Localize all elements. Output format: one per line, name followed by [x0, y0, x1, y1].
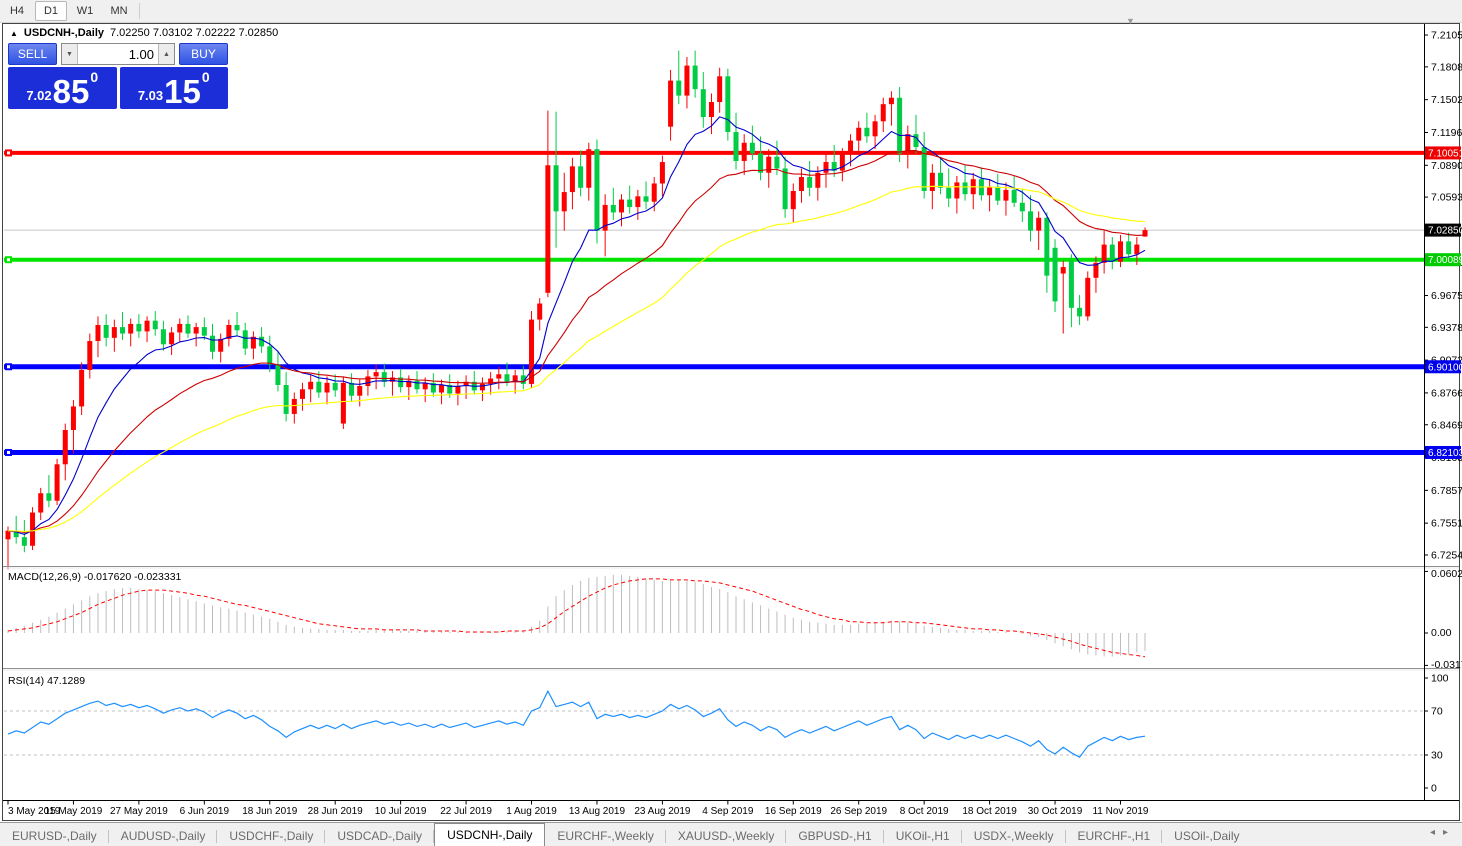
svg-text:4 Sep 2019: 4 Sep 2019 [702, 806, 754, 817]
chart-ohlc-values: 7.02250 7.03102 7.02222 7.02850 [110, 27, 278, 39]
svg-text:7.08900: 7.08900 [1431, 160, 1462, 172]
tab-usoil-daily[interactable]: USOil-,Daily [1162, 826, 1251, 846]
svg-text:15 May 2019: 15 May 2019 [45, 806, 103, 817]
svg-text:6.90100: 6.90100 [1428, 362, 1462, 373]
svg-text:16 Sep 2019: 16 Sep 2019 [765, 806, 822, 817]
symbol-tab-bar: EURUSD-,DailyAUDUSD-,DailyUSDCHF-,DailyU… [0, 822, 1462, 846]
candle [1085, 271, 1090, 320]
sell-price-box[interactable]: 7.02 85 0 [8, 67, 117, 109]
buy-price-big: 15 [164, 78, 201, 106]
svg-text:7.05930: 7.05930 [1431, 192, 1462, 204]
svg-text:7.10051: 7.10051 [1428, 148, 1462, 159]
svg-text:30 Oct 2019: 30 Oct 2019 [1028, 806, 1083, 817]
tab-scroll-left-icon[interactable]: ◂ [1430, 827, 1443, 838]
svg-text:100: 100 [1431, 673, 1449, 685]
candle [341, 376, 346, 429]
tab-scroll-right-icon[interactable]: ▸ [1443, 827, 1456, 838]
tab-ukoil-h1[interactable]: UKOil-,H1 [884, 826, 962, 846]
svg-text:6.75510: 6.75510 [1431, 518, 1462, 530]
tab-xauusd-weekly[interactable]: XAUUSD-,Weekly [666, 826, 786, 846]
tab-usdcnh-daily[interactable]: USDCNH-,Daily [434, 823, 545, 846]
candle [725, 69, 730, 141]
candle [55, 459, 60, 505]
svg-text:6.82103: 6.82103 [1428, 448, 1462, 459]
tab-scroll-arrows: ◂▸ [1430, 827, 1456, 838]
svg-text:6.78570: 6.78570 [1431, 485, 1462, 497]
buy-button[interactable]: BUY [179, 43, 228, 65]
sell-price-small: 7.02 [26, 88, 51, 103]
svg-text:6.93780: 6.93780 [1431, 322, 1462, 334]
svg-text:30: 30 [1431, 750, 1443, 762]
volume-input[interactable]: 1.00 [78, 44, 158, 64]
svg-text:6 Jun 2019: 6 Jun 2019 [180, 806, 230, 817]
svg-text:28 Jun 2019: 28 Jun 2019 [308, 806, 363, 817]
svg-text:7.11960: 7.11960 [1431, 127, 1462, 139]
tab-eurusd-daily[interactable]: EURUSD-,Daily [0, 826, 109, 846]
buy-price-sup: 0 [202, 69, 210, 85]
svg-text:10 Jul 2019: 10 Jul 2019 [375, 806, 427, 817]
tab-gbpusd-h1[interactable]: GBPUSD-,H1 [786, 826, 883, 846]
volume-up-icon[interactable]: ▲ [158, 44, 174, 64]
svg-text:23 Aug 2019: 23 Aug 2019 [634, 806, 691, 817]
volume-stepper: ▼ 1.00 ▲ [61, 43, 175, 65]
svg-text:0: 0 [1431, 783, 1437, 795]
svg-text:7.00089: 7.00089 [1428, 255, 1462, 266]
hline-6.82103[interactable] [4, 449, 1424, 456]
sell-price-sup: 0 [90, 69, 98, 85]
tab-usdchf-daily[interactable]: USDCHF-,Daily [217, 826, 325, 846]
svg-text:6.72540: 6.72540 [1431, 549, 1462, 561]
svg-text:6.87660: 6.87660 [1431, 387, 1462, 399]
buy-price-box[interactable]: 7.03 15 0 [120, 67, 229, 109]
svg-text:27 May 2019: 27 May 2019 [110, 806, 168, 817]
hline-6.901[interactable] [4, 363, 1424, 370]
svg-text:0.00: 0.00 [1431, 627, 1452, 639]
svg-text:7.15020: 7.15020 [1431, 94, 1462, 106]
chart-symbol-label: USDCNH-,Daily [24, 27, 104, 39]
svg-text:11 Nov 2019: 11 Nov 2019 [1092, 806, 1148, 817]
svg-text:0.060273: 0.060273 [1431, 568, 1462, 580]
svg-text:7.02850: 7.02850 [1428, 226, 1462, 237]
tab-usdx-weekly[interactable]: USDX-,Weekly [962, 826, 1066, 846]
svg-text:22 Jul 2019: 22 Jul 2019 [440, 806, 492, 817]
svg-text:26 Sep 2019: 26 Sep 2019 [830, 806, 887, 817]
sell-button[interactable]: SELL [8, 43, 57, 65]
svg-text:70: 70 [1431, 706, 1443, 718]
svg-text:1 Aug 2019: 1 Aug 2019 [506, 806, 557, 817]
svg-text:8 Oct 2019: 8 Oct 2019 [900, 806, 949, 817]
chart-window-frame [3, 24, 1460, 821]
svg-text:-0.031725: -0.031725 [1431, 659, 1462, 671]
mt4-window: H4D1W1MN 7.210507.180807.150207.119607.0… [0, 0, 1462, 846]
svg-text:7.18080: 7.18080 [1431, 61, 1462, 73]
svg-text:18 Oct 2019: 18 Oct 2019 [962, 806, 1017, 817]
candle [1053, 239, 1058, 312]
candle [897, 87, 902, 162]
svg-text:7.21050: 7.21050 [1431, 30, 1462, 42]
svg-text:13 Aug 2019: 13 Aug 2019 [569, 806, 626, 817]
tab-eurchf-weekly[interactable]: EURCHF-,Weekly [545, 826, 665, 846]
chart-canvas[interactable]: 7.21050 7.18080 7.15020 7.11960 7.08900 7.059… [0, 0, 1462, 822]
chart-title: ▲ USDCNH-,Daily 7.02250 7.03102 7.02222 … [10, 27, 278, 39]
tab-eurchf-h1[interactable]: EURCHF-,H1 [1066, 826, 1163, 846]
buy-price-small: 7.03 [138, 88, 163, 103]
svg-text:6.84690: 6.84690 [1431, 419, 1462, 431]
candle [594, 140, 599, 244]
rsi-label: RSI(14) 47.1289 [8, 675, 85, 687]
svg-text:18 Jun 2019: 18 Jun 2019 [242, 806, 297, 817]
sell-price-big: 85 [53, 78, 90, 106]
svg-text:6.96750: 6.96750 [1431, 290, 1462, 302]
one-click-trading-panel: SELL ▼ 1.00 ▲ BUY 7.02 85 0 7.03 15 0 [8, 43, 228, 109]
tab-audusd-daily[interactable]: AUDUSD-,Daily [109, 826, 218, 846]
scroll-to-end-icon[interactable]: ▼ [1126, 16, 1135, 26]
macd-label: MACD(12,26,9) -0.017620 -0.023331 [8, 571, 181, 583]
collapse-icon[interactable]: ▲ [10, 29, 18, 38]
volume-down-icon[interactable]: ▼ [62, 44, 78, 64]
tab-usdcad-daily[interactable]: USDCAD-,Daily [325, 826, 434, 846]
